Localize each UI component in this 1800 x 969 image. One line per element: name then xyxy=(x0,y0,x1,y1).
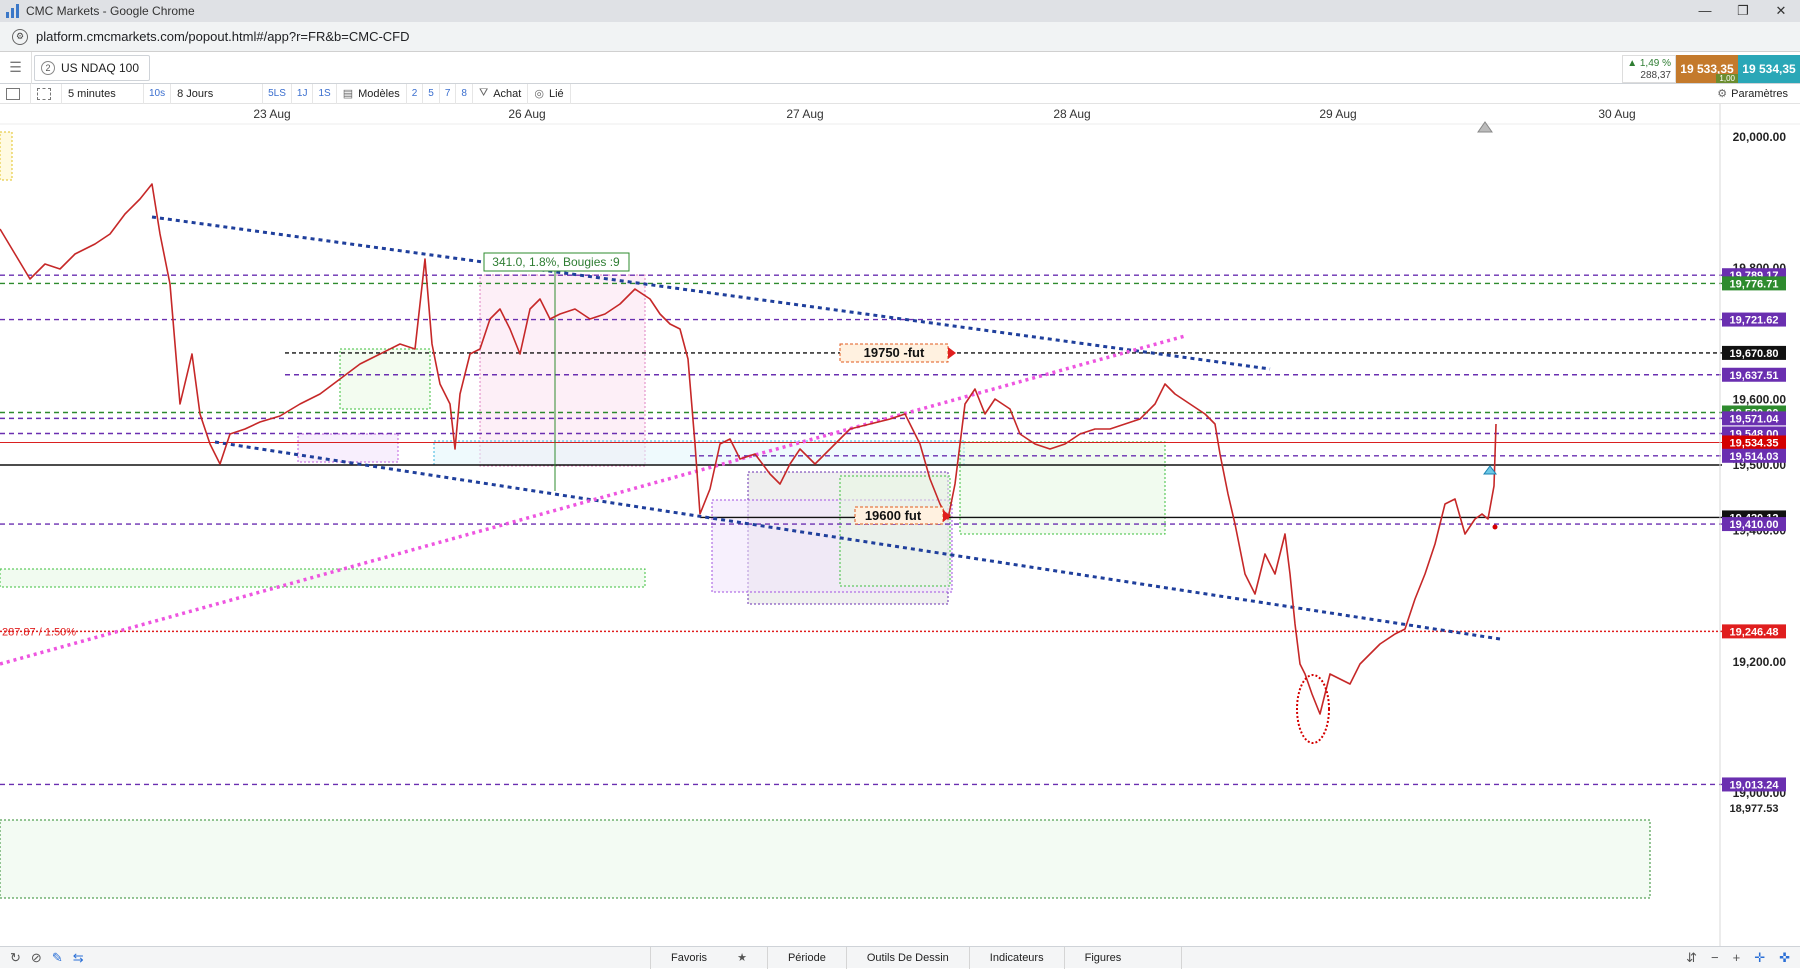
y-tick-label: 19,600.00 xyxy=(1733,392,1787,406)
interval-select[interactable]: 5 minutes xyxy=(62,83,144,104)
range-1j-button[interactable]: 1J xyxy=(292,83,314,104)
fit-icon[interactable]: ⇵ xyxy=(1686,950,1697,966)
price-label: 19,013.24 xyxy=(1730,779,1780,791)
link-button[interactable]: ◎ Lié xyxy=(528,83,571,104)
hamburger-menu-icon[interactable]: ☰ xyxy=(0,51,32,84)
price-label: 19,637.51 xyxy=(1730,370,1779,382)
settings-button[interactable]: ⚙ Paramètres xyxy=(1717,87,1800,101)
crosshair-icon[interactable]: ✛ xyxy=(1754,950,1765,966)
bottom-tabs: Favoris ★ Période Outils De Dessin Indica… xyxy=(650,946,1183,969)
magnet-icon[interactable]: ⇆ xyxy=(73,950,84,966)
range-5ls-button[interactable]: 5LS xyxy=(263,83,292,104)
layout-5-button[interactable]: 5 xyxy=(423,83,440,104)
url-text[interactable]: platform.cmcmarkets.com/popout.html#/app… xyxy=(36,29,410,44)
spread-badge: 1,00 xyxy=(1716,74,1738,83)
refresh-icon[interactable]: ↻ xyxy=(10,950,21,966)
price-label: 19,246.48 xyxy=(1730,626,1779,638)
change-percent: ▲ 1,49 % xyxy=(1627,58,1671,69)
price-chart[interactable]: 23 Aug 26 Aug 27 Aug 28 Aug 29 Aug 30 Aug 20,… xyxy=(0,104,1800,946)
layout-2-button[interactable]: 2 xyxy=(407,83,424,104)
bottom-bar: ↻ ⊘ ✎ ⇆ Favoris ★ Période Outils De Dessi… xyxy=(0,946,1800,969)
restore-button[interactable]: ❐ xyxy=(1724,3,1762,19)
interval-10s-button[interactable]: 10s xyxy=(144,83,172,104)
x-tick-label: 30 Aug xyxy=(1598,107,1635,121)
instrument-name: US NDAQ 100 xyxy=(61,60,140,75)
tab-outils-de-dessin[interactable]: Outils De Dessin xyxy=(845,946,969,969)
templates-label: Modèles xyxy=(358,87,400,100)
change-points: 288,37 xyxy=(1640,70,1671,81)
settings-label: Paramètres xyxy=(1731,87,1788,100)
price-label: 19,670.80 xyxy=(1730,348,1779,360)
tab-figures[interactable]: Figures xyxy=(1063,946,1183,969)
change-indicator: ▲ 1,49 % 288,37 xyxy=(1622,55,1676,83)
price-panel: ▲ 1,49 % 288,37 19 533,35 19 534,35 1,00 xyxy=(1622,55,1800,83)
layout-7-button[interactable]: 7 xyxy=(440,83,457,104)
drawn-zone xyxy=(433,440,965,466)
star-icon: ★ xyxy=(737,952,747,964)
chart-list-icon[interactable] xyxy=(0,83,31,104)
templates-icon: ▤ xyxy=(342,88,354,100)
layout-grid-icon[interactable] xyxy=(31,83,62,104)
tab-favoris-label: Favoris xyxy=(671,951,708,964)
window-title: CMC Markets - Google Chrome xyxy=(26,4,195,18)
range-1s-button[interactable]: 1S xyxy=(313,83,337,104)
price-label: 19,410.00 xyxy=(1730,519,1779,531)
pencil-icon[interactable]: ✎ xyxy=(52,950,63,966)
price-label: 19,721.62 xyxy=(1730,315,1779,327)
buy-mode-label: Achat xyxy=(493,87,522,100)
drawn-zone xyxy=(839,475,951,587)
price-label: 19,571.04 xyxy=(1730,413,1780,425)
instrument-tab[interactable]: 2 US NDAQ 100 xyxy=(34,54,151,81)
fut-19600-label: 19600 fut xyxy=(865,508,922,523)
app-header: ☰ 2 US NDAQ 100 ▲ 1,49 % 288,37 19 533,3… xyxy=(0,51,1800,84)
minimize-button[interactable]: — xyxy=(1686,3,1724,19)
templates-button[interactable]: ▤ Modèles xyxy=(337,83,407,104)
window-controls: — ❐ ✕ xyxy=(1686,3,1800,19)
tab-favoris[interactable]: Favoris ★ xyxy=(650,946,767,969)
x-tick-label: 23 Aug xyxy=(253,107,290,121)
zoom-out-icon[interactable]: − xyxy=(1711,950,1719,966)
x-tick-label: 29 Aug xyxy=(1319,107,1356,121)
buy-mode-button[interactable]: ⛛ Achat xyxy=(473,83,529,104)
price-label: 19,514.03 xyxy=(1730,451,1779,463)
chart-toolbar: 5 minutes 10s 8 Jours 5LS 1J 1S ▤ Modèles… xyxy=(0,83,1800,104)
window-titlebar: CMC Markets - Google Chrome — ❐ ✕ xyxy=(0,0,1800,22)
link-label: Lié xyxy=(548,87,564,100)
cmc-app-icon xyxy=(6,4,20,18)
drawn-zone xyxy=(0,819,1651,899)
address-bar: ⚙ platform.cmcmarkets.com/popout.html#/a… xyxy=(0,22,1800,52)
fut-19750-label: 19750 -fut xyxy=(864,345,925,360)
drawn-zone xyxy=(339,348,431,410)
tab-indicateurs[interactable]: Indicateurs xyxy=(968,946,1064,969)
last-price-dot xyxy=(1492,524,1498,530)
price-label: 19,776.71 xyxy=(1730,278,1779,290)
close-button[interactable]: ✕ xyxy=(1762,3,1800,19)
drawn-zone xyxy=(0,568,646,588)
measure-label: 341.0, 1.8%, Bougies :9 xyxy=(492,255,620,269)
x-tick-label: 27 Aug xyxy=(786,107,823,121)
layout-8-button[interactable]: 8 xyxy=(456,83,473,104)
buy-price-button[interactable]: 19 534,35 xyxy=(1738,55,1800,83)
range-select[interactable]: 8 Jours xyxy=(171,83,264,104)
zoom-in-icon[interactable]: + xyxy=(1733,950,1741,966)
gear-icon: ⚙ xyxy=(1717,88,1728,100)
site-settings-icon[interactable]: ⚙ xyxy=(12,28,28,45)
link-icon: ◎ xyxy=(534,88,544,100)
zoom-controls: ⇵ − + ✛ ✜ xyxy=(1686,950,1800,966)
y-tick-label: 20,000.00 xyxy=(1733,130,1787,144)
x-tick-label: 28 Aug xyxy=(1053,107,1090,121)
bottom-tools: ↻ ⊘ ✎ ⇆ xyxy=(0,950,140,966)
price-label: 19,534.35 xyxy=(1730,437,1779,449)
drawn-zone xyxy=(0,131,13,181)
cart-icon: ⛛ xyxy=(478,87,489,99)
tab-number-badge: 2 xyxy=(41,60,55,75)
no-entry-icon[interactable]: ⊘ xyxy=(31,950,42,966)
tab-periode[interactable]: Période xyxy=(766,946,846,969)
x-tick-label: 26 Aug xyxy=(508,107,545,121)
price-label: 18,977.53 xyxy=(1730,803,1779,815)
pan-icon[interactable]: ✜ xyxy=(1779,950,1790,966)
pct-level-label: 287.87 / 1.50% xyxy=(2,626,76,638)
y-tick-label: 19,200.00 xyxy=(1733,655,1787,669)
